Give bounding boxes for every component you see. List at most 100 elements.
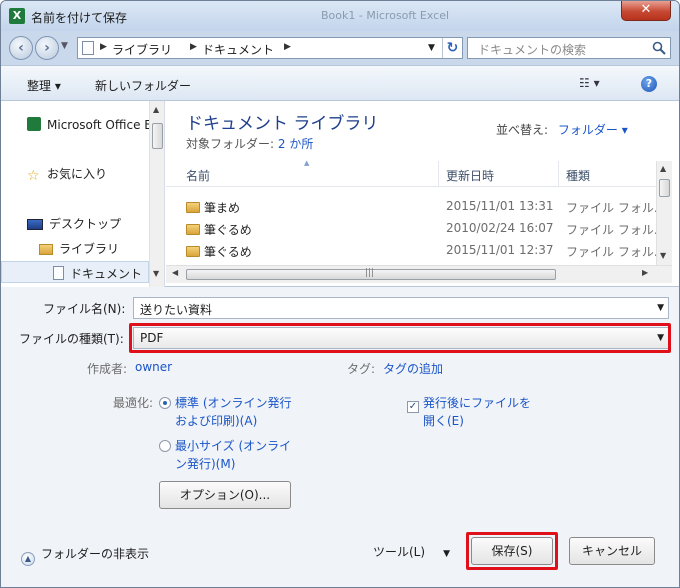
back-button[interactable]: ‹ [9,36,33,60]
radio-minimum-indicator[interactable] [159,440,171,452]
breadcrumb-documents[interactable]: ドキュメント [202,41,274,58]
excel-icon [27,117,41,131]
scroll-down-icon[interactable]: ▼ [153,269,159,278]
tools-label[interactable]: ツール(L) [373,545,425,559]
sort-indicator-icon: ▲ [304,159,310,167]
radio-standard-indicator[interactable] [159,397,171,409]
column-date[interactable]: 更新日時 [446,167,494,184]
breadcrumb-libraries[interactable]: ライブラリ [112,41,172,58]
search-input[interactable]: ドキュメントの検索 [467,37,671,59]
breadcrumb-separator-icon[interactable]: ▶ [190,42,197,52]
file-browser: Microsoft Office E ☆ お気に入り デスクトップ ライブラリ ド… [1,101,679,287]
chevron-down-icon[interactable]: ▼ [657,303,664,313]
arrange-by-label: 並べ替え: [496,123,549,137]
scroll-down-icon[interactable]: ▼ [660,251,666,260]
open-after-publish-label[interactable]: 発行後にファイルを [423,396,531,410]
desktop-icon [27,219,43,230]
nav-item-microsoft-office[interactable]: Microsoft Office E [27,117,152,132]
scroll-thumb[interactable] [659,179,670,197]
table-row[interactable]: 筆ぐるめ 2010/02/24 16:07 ファイル フォル... [166,217,665,239]
table-row[interactable]: 筆まめ 2015/11/01 13:31 ファイル フォル... [166,195,665,217]
radio-standard[interactable]: 標準 (オンライン発行 [159,394,292,411]
file-date: 2015/11/01 12:37 [446,243,554,257]
dialog-title: 名前を付けて保存 [31,11,128,25]
column-header: ▲ 名前 更新日時 種類 [166,159,656,187]
options-button[interactable]: オプション(O)... [159,481,291,509]
nav-pane-scrollbar[interactable]: ▲ ▼ [149,101,164,287]
breadcrumb-separator-icon[interactable]: ▶ [284,42,291,52]
scroll-thumb[interactable]: ||| [186,268,556,280]
breadcrumb-separator-icon[interactable]: ▶ [100,42,107,52]
scroll-left-icon[interactable]: ◀ [172,268,178,277]
file-name: 筆ぐるめ [186,221,252,238]
search-placeholder: ドキュメントの検索 [478,43,587,57]
file-name: 筆まめ [186,199,240,216]
save-options-form: ファイル名(N): 送りたい資料 ▼ ファイルの種類(T): PDF ▼ 作成者… [1,287,679,587]
file-date: 2010/02/24 16:07 [446,221,554,235]
open-after-publish-label-2[interactable]: 開く(E) [423,412,464,429]
hide-folders-toggle[interactable]: ▲ フォルダーの非表示 [21,545,149,566]
view-options-icon[interactable]: ☷ ▾ [579,76,600,90]
column-divider[interactable] [558,161,559,187]
chevron-up-icon[interactable]: ▲ [21,552,35,566]
background-window-title: Book1 - Microsoft Excel [321,9,450,22]
save-as-dialog: X 名前を付けて保存 Book1 - Microsoft Excel ✕ ‹ ›… [0,0,680,588]
file-type: ファイル フォル... [566,223,666,237]
radio-minimum-label-2[interactable]: ン発行)(M) [175,455,235,472]
history-dropdown-icon[interactable]: ▼ [61,41,68,51]
navigation-pane: Microsoft Office E ☆ お気に入り デスクトップ ライブラリ ド… [1,101,165,287]
checkbox-check-icon[interactable]: ✓ [407,401,419,413]
excel-app-icon: X [9,8,25,24]
radio-minimum-label[interactable]: 最小サイズ (オンライ [175,439,291,453]
filetype-highlight-box [129,323,671,353]
refresh-icon[interactable]: ↻ [442,38,462,58]
file-list-vertical-scrollbar[interactable]: ▲ ▼ [656,161,672,265]
address-bar[interactable]: ▶ ライブラリ ▶ ドキュメント ▶ ▼ ↻ [77,37,463,59]
nav-item-libraries[interactable]: ライブラリ [39,240,119,257]
navigation-bar: ‹ › ▼ ▶ ライブラリ ▶ ドキュメント ▶ ▼ ↻ ドキュメントの検索 [1,31,679,65]
hide-folders-label[interactable]: フォルダーの非表示 [41,547,149,561]
nav-item-desktop[interactable]: デスクトップ [27,215,121,232]
search-icon[interactable] [652,41,666,55]
file-list-horizontal-scrollbar[interactable]: ◀ ||| ▶ [166,265,672,283]
table-row[interactable]: 筆ぐるめ 2015/11/01 12:37 ファイル フォル... [166,239,665,261]
star-icon: ☆ [27,168,40,184]
close-button[interactable]: ✕ [621,1,671,21]
nav-item-label: デスクトップ [49,217,122,231]
scroll-thumb[interactable] [152,123,163,149]
radio-standard-label[interactable]: 標準 (オンライン発行 [175,396,292,410]
scroll-right-icon[interactable]: ▶ [642,268,648,277]
open-after-publish-checkbox[interactable]: ✓ 発行後にファイルを [407,394,531,413]
organize-button[interactable]: 整理 ▾ [27,77,61,94]
library-locations-link[interactable]: 2 か所 [278,137,313,151]
address-dropdown-icon[interactable]: ▼ [428,43,435,53]
new-folder-button[interactable]: 新しいフォルダー [95,77,191,94]
file-name-text: 筆まめ [204,201,241,215]
column-name[interactable]: 名前 [186,167,210,184]
radio-minimum[interactable]: 最小サイズ (オンライ [159,437,291,454]
nav-item-favorites[interactable]: ☆ お気に入り [27,165,107,184]
column-divider[interactable] [438,161,439,187]
library-subtitle-prefix: 対象フォルダー: [186,137,275,151]
arrange-by-dropdown[interactable]: フォルダー ▾ [558,123,628,137]
file-type: ファイル フォル... [566,245,666,259]
radio-standard-label-2[interactable]: および印刷)(A) [175,412,257,429]
column-type[interactable]: 種類 [566,167,590,184]
nav-item-documents[interactable]: ドキュメント [53,265,142,282]
filename-input[interactable]: 送りたい資料 ▼ [133,297,669,319]
tag-value[interactable]: タグの追加 [383,360,443,377]
tools-dropdown[interactable]: ツール(L) ▼ [373,543,450,560]
author-value[interactable]: owner [135,360,172,374]
tag-label: タグ: [347,362,376,376]
scroll-up-icon[interactable]: ▲ [660,164,666,173]
optimize-label: 最適化: [113,396,154,410]
chevron-down-icon[interactable]: ▼ [443,549,450,559]
forward-button[interactable]: › [35,36,59,60]
help-icon[interactable]: ? [641,76,657,92]
title-bar: X 名前を付けて保存 Book1 - Microsoft Excel ✕ [1,1,679,31]
file-name-text: 筆ぐるめ [204,245,252,259]
filetype-label: ファイルの種類(T): [19,332,124,346]
scroll-up-icon[interactable]: ▲ [153,105,159,114]
nav-item-label: ライブラリ [59,242,120,256]
cancel-button[interactable]: キャンセル [569,537,655,565]
